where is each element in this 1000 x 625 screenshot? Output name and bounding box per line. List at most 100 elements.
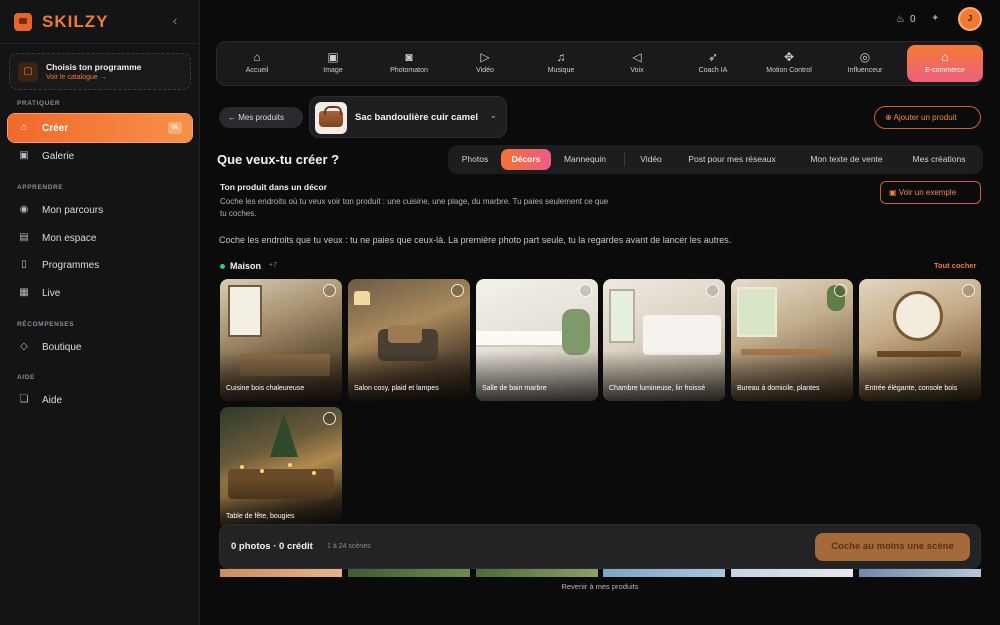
sidebar-item-live[interactable]: ▦ Live <box>8 279 192 307</box>
generate-button[interactable]: Coche au moins une scène <box>815 533 970 561</box>
select-checkbox[interactable] <box>323 284 336 297</box>
sidebar-item-programmes[interactable]: ▯ Programmes <box>8 251 192 279</box>
tool-video[interactable]: ▷ Vidéo <box>447 45 523 82</box>
diamond-icon: ◇ <box>20 341 28 352</box>
product-selector[interactable]: Sac bandoulière cuir camel ⌄ <box>309 96 507 138</box>
sidebar-item-mon-espace[interactable]: ▤ Mon espace <box>8 224 192 252</box>
tab-texte-vente[interactable]: Mon texte de vente <box>795 149 898 170</box>
megaphone-icon: ◁ <box>632 50 642 64</box>
sidebar-item-label: Aide <box>42 394 63 406</box>
scene-card[interactable]: Salon cosy, plaid et lampes <box>348 279 470 401</box>
select-checkbox[interactable] <box>323 412 336 425</box>
tool-label: Musique <box>547 67 575 74</box>
skilzy-logo-icon <box>14 13 32 31</box>
scene-card-peek <box>731 569 853 577</box>
tab-video[interactable]: Vidéo <box>632 149 670 170</box>
back-to-products-link[interactable]: Revenir à mes produits <box>0 582 1000 591</box>
sidebar-item-label: Mon parcours <box>42 204 104 216</box>
scene-caption: Salon cosy, plaid et lampes <box>354 385 439 392</box>
select-checkbox[interactable] <box>706 284 719 297</box>
book-open-icon: ❏ <box>19 394 29 405</box>
tool-voix[interactable]: ◁ Voix <box>599 45 675 82</box>
select-checkbox[interactable] <box>834 284 847 297</box>
scene-caption: Table de fête, bougies <box>226 513 295 520</box>
tool-e-commerce[interactable]: ⌂ E-commerce <box>907 45 983 82</box>
back-to-products-button[interactable]: ← Mes produits <box>219 107 303 128</box>
brand-name: SKILZY <box>42 12 109 31</box>
tool-label: E-commerce <box>925 67 965 74</box>
sidebar-item-label: Programmes <box>42 259 100 271</box>
chevron-down-icon: ⌄ <box>490 111 497 120</box>
category-count: +7 <box>269 262 277 269</box>
sidebar-item-aide[interactable]: ❏ Aide <box>8 386 192 414</box>
page-title: Que veux-tu créer ? <box>217 152 340 167</box>
scene-card[interactable]: Salle de bain marbre <box>476 279 598 401</box>
sidebar: SKILZY ‹ ▢ Choisis ton programme Voir le… <box>0 0 200 625</box>
tool-musique[interactable]: ♫ Musique <box>523 45 599 82</box>
tab-post-reseaux[interactable]: Post pour mes réseaux <box>677 149 787 170</box>
notification-icon[interactable]: ✦ <box>931 13 939 24</box>
image-icon: ▣ <box>327 50 339 64</box>
avatar[interactable]: J <box>958 7 982 31</box>
camera-icon: ◙ <box>405 50 413 64</box>
tool-influenceur[interactable]: ◎ Influenceur <box>827 45 903 82</box>
tool-motion-control[interactable]: ✥ Motion Control <box>751 45 827 82</box>
see-example-button[interactable]: ▣ Voir un exemple <box>880 181 981 204</box>
choose-program-card[interactable]: ▢ Choisis ton programme Voir le catalogu… <box>9 53 191 90</box>
tool-image[interactable]: ▣ Image <box>295 45 371 82</box>
sidebar-item-mon-parcours[interactable]: ◉ Mon parcours <box>8 196 192 224</box>
scene-card[interactable]: Bureau à domicile, plantes <box>731 279 853 401</box>
add-product-button[interactable]: ⊕ Ajouter un produit <box>874 106 981 129</box>
tool-accueil[interactable]: ⌂ Accueil <box>219 45 295 82</box>
scene-card[interactable]: Cuisine bois chaleureuse <box>220 279 342 401</box>
tool-label: Motion Control <box>766 67 812 74</box>
sidebar-item-boutique[interactable]: ◇ Boutique <box>8 333 192 361</box>
section-title: Ton produit dans un décor <box>220 182 328 192</box>
store-icon: ⌂ <box>20 122 28 133</box>
tool-label: Influenceur <box>847 67 883 74</box>
section-description: Coche les endroits où tu veux voir ton p… <box>220 197 609 218</box>
scene-card-peek <box>603 569 725 577</box>
instruction-text: Coche les endroits que tu veux : tu ne p… <box>219 235 732 245</box>
collapse-sidebar-icon[interactable]: ‹ <box>168 14 182 28</box>
plant-shape <box>562 309 590 355</box>
tool-photomaton[interactable]: ◙ Photomaton <box>371 45 447 82</box>
select-checkbox[interactable] <box>962 284 975 297</box>
brand[interactable]: SKILZY <box>14 10 108 34</box>
selection-count: 0 photos · 0 crédit <box>231 541 313 552</box>
user-circle-icon: ◎ <box>859 50 871 64</box>
scene-card[interactable]: Table de fête, bougies <box>220 407 342 529</box>
catalogue-link[interactable]: Voir le catalogue → <box>46 74 107 81</box>
scene-card[interactable]: Chambre lumineuse, lin froissé <box>603 279 725 401</box>
pin-icon: ◉ <box>19 204 29 215</box>
select-all-link[interactable]: Tout cocher <box>934 261 976 270</box>
scene-card[interactable]: Entrée élégante, console bois <box>859 279 981 401</box>
program-card-title: Choisis ton programme <box>46 62 142 72</box>
tab-mes-creations[interactable]: Mes créations <box>904 149 974 170</box>
flame-icon: ♨ <box>896 14 905 25</box>
bag-icon <box>319 106 343 127</box>
mirror-shape <box>893 291 943 341</box>
tab-photos[interactable]: Photos <box>454 149 496 170</box>
tab-mannequin[interactable]: Mannequin <box>555 149 615 170</box>
scene-card-peek <box>859 569 981 577</box>
scene-caption: Salle de bain marbre <box>482 385 547 392</box>
section-label-apprendre: APPRENDRE <box>17 184 64 191</box>
sidebar-divider <box>0 43 200 44</box>
tab-decors[interactable]: Décors <box>501 149 551 170</box>
tool-coach-ia[interactable]: ➶ Coach IA <box>675 45 751 82</box>
selection-summary-bar: 0 photos · 0 crédit 1 à 24 scènes Coche … <box>219 524 981 569</box>
scene-caption: Chambre lumineuse, lin froissé <box>609 385 706 392</box>
sidebar-item-galerie[interactable]: ▣ Galerie <box>8 142 192 170</box>
home-icon: ⌂ <box>253 50 261 64</box>
select-checkbox[interactable] <box>451 284 464 297</box>
move-icon: ✥ <box>783 50 795 64</box>
ia-badge: IA <box>168 122 182 134</box>
topbar: ♨ 0 ✦ J <box>200 0 1000 40</box>
sidebar-item-creer[interactable]: ⌂ Créer IA <box>8 114 192 142</box>
candle-lights <box>240 465 244 469</box>
see-example-label: Voir un exemple <box>898 188 957 197</box>
tool-label: Voix <box>630 67 644 74</box>
book-icon: ▯ <box>21 259 27 270</box>
select-checkbox[interactable] <box>579 284 592 297</box>
